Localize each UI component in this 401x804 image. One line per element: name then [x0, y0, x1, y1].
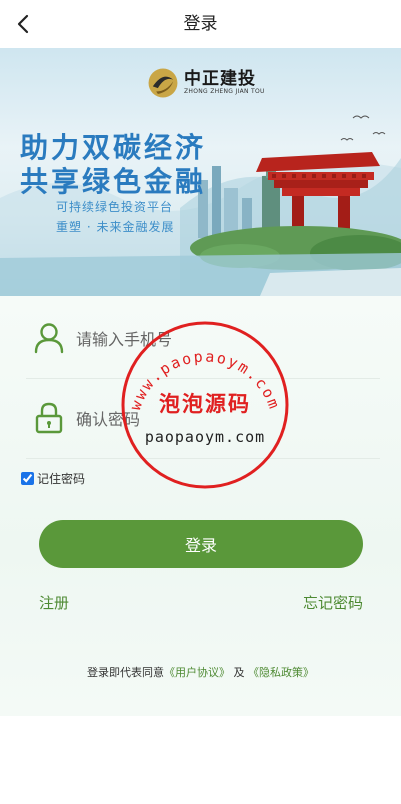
- headline-line-2: 共享绿色金融: [20, 165, 207, 198]
- page-title: 登录: [183, 14, 218, 34]
- user-agreement-link[interactable]: 《用户协议》: [164, 666, 230, 679]
- brand-name: 中正建投: [184, 69, 256, 89]
- brand-subtitle: ZHONG ZHENG JIAN TOU: [184, 88, 265, 95]
- promo-banner: 中正建投 ZHONG ZHENG JIAN TOU 助力双碳经济 共享绿色金融 …: [0, 48, 401, 296]
- watermark-center-text: 泡泡源码: [159, 391, 251, 416]
- brand-logo-icon: [148, 68, 178, 98]
- watermark-bottom-text: paopaoym.com: [144, 428, 266, 446]
- login-button[interactable]: 登录: [39, 520, 363, 568]
- top-bar: 登录: [0, 0, 401, 49]
- agreement-prefix: 登录即代表同意: [87, 666, 164, 679]
- privacy-policy-link[interactable]: 《隐私政策》: [248, 666, 314, 679]
- user-icon: [34, 323, 64, 354]
- lock-icon: [35, 402, 63, 434]
- remember-checkbox[interactable]: [21, 472, 34, 485]
- phone-input[interactable]: [74, 324, 368, 354]
- phone-field: [26, 298, 380, 379]
- agreement-and: 及: [233, 666, 245, 679]
- agreement-text: 登录即代表同意《用户协议》 及 《隐私政策》: [0, 664, 401, 680]
- register-link[interactable]: 注册: [39, 592, 69, 613]
- tagline-line-1: 可持续绿色投资平台: [56, 200, 174, 214]
- tagline-line-2: 重塑 · 未来金融发展: [56, 220, 175, 234]
- forgot-password-link[interactable]: 忘记密码: [303, 592, 363, 613]
- remember-label: 记住密码: [37, 472, 86, 486]
- remember-password[interactable]: 记住密码: [21, 470, 85, 487]
